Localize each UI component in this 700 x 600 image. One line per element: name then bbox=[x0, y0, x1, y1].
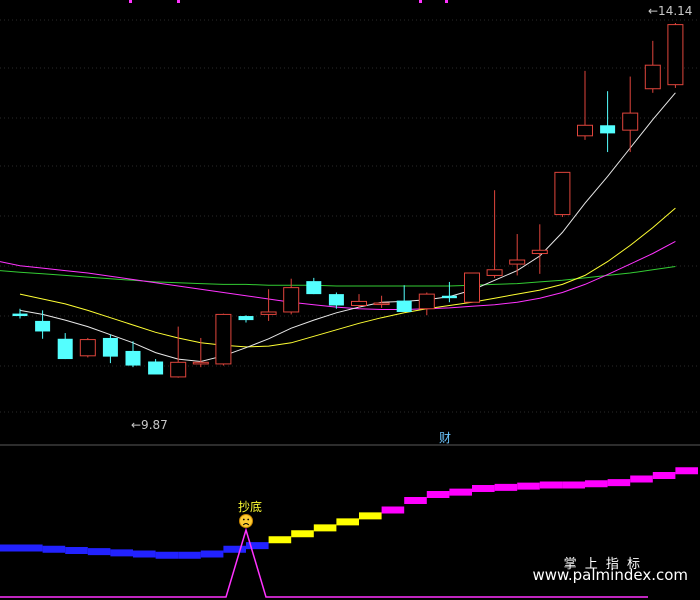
candle-body bbox=[600, 125, 616, 134]
sad-face-icon bbox=[239, 514, 253, 528]
candle-body bbox=[644, 64, 661, 90]
candle-24 bbox=[554, 171, 571, 217]
candle-0 bbox=[12, 308, 28, 319]
candle-body bbox=[554, 171, 571, 216]
candle-body bbox=[531, 249, 548, 255]
top-marker-3 bbox=[445, 0, 448, 3]
candle-body bbox=[238, 316, 254, 321]
ma60-line bbox=[0, 266, 676, 287]
candle-11 bbox=[260, 289, 277, 321]
candle-body bbox=[328, 294, 344, 306]
candle-body bbox=[260, 311, 277, 315]
candle-body bbox=[577, 124, 593, 137]
candle-28 bbox=[644, 40, 661, 93]
candle-body bbox=[509, 259, 526, 265]
candle-25 bbox=[577, 70, 593, 140]
candle-body bbox=[667, 24, 684, 86]
high-price-label: ←14.14 bbox=[648, 4, 692, 18]
top-marker-0 bbox=[129, 0, 132, 3]
candle-body bbox=[464, 272, 480, 303]
signal-label: 抄底 bbox=[238, 499, 262, 514]
candle-body bbox=[622, 112, 639, 131]
candle-body bbox=[148, 361, 164, 375]
candle-4 bbox=[102, 334, 118, 364]
watermark-url: www.palmindex.com bbox=[532, 566, 688, 584]
top-marker-2 bbox=[419, 0, 422, 3]
candlesticks bbox=[12, 22, 684, 378]
candle-body bbox=[283, 287, 300, 313]
candle-7 bbox=[170, 326, 187, 378]
indicator-marker-label: 财 bbox=[439, 431, 451, 445]
candle-10 bbox=[238, 315, 254, 323]
face-circle bbox=[239, 514, 253, 528]
stock-chart: ←14.14 ←9.87 抄底 财 bbox=[0, 0, 700, 598]
top-marker-1 bbox=[177, 0, 180, 3]
candle-3 bbox=[79, 337, 96, 358]
moving-average-lines bbox=[0, 92, 676, 363]
candle-body bbox=[79, 339, 96, 357]
candle-body bbox=[306, 281, 322, 295]
face-eye-right bbox=[247, 518, 250, 521]
low-price-label: ←9.87 bbox=[131, 418, 168, 432]
candle-body bbox=[192, 361, 209, 365]
candle-17 bbox=[396, 285, 412, 312]
candle-8 bbox=[192, 337, 209, 368]
candle-2 bbox=[57, 333, 73, 360]
signal-line bbox=[0, 527, 648, 598]
candle-body bbox=[351, 300, 367, 306]
candle-19 bbox=[441, 281, 457, 303]
candle-body bbox=[396, 300, 412, 312]
candle-21 bbox=[486, 190, 503, 278]
candle-20 bbox=[464, 272, 480, 303]
candle-body bbox=[486, 269, 503, 276]
candle-23 bbox=[531, 224, 548, 274]
candle-body bbox=[441, 295, 457, 299]
candle-18 bbox=[418, 292, 435, 316]
candle-26 bbox=[600, 91, 616, 153]
candle-29 bbox=[667, 22, 684, 88]
candle-22 bbox=[509, 234, 526, 276]
candle-9 bbox=[215, 313, 232, 366]
candle-body bbox=[215, 313, 232, 365]
candle-body bbox=[125, 350, 141, 366]
candle-13 bbox=[306, 277, 322, 295]
candle-body bbox=[102, 337, 118, 357]
candle-body bbox=[373, 302, 390, 306]
candle-6 bbox=[148, 359, 164, 375]
top-markers bbox=[129, 0, 448, 3]
candle-15 bbox=[351, 294, 367, 308]
candle-body bbox=[57, 338, 73, 360]
candle-body bbox=[170, 361, 187, 378]
candle-body bbox=[418, 293, 435, 310]
candle-body bbox=[35, 320, 51, 332]
candle-body bbox=[12, 313, 28, 317]
candle-12 bbox=[283, 278, 300, 315]
candle-1 bbox=[35, 310, 51, 339]
face-eye-left bbox=[242, 518, 245, 521]
